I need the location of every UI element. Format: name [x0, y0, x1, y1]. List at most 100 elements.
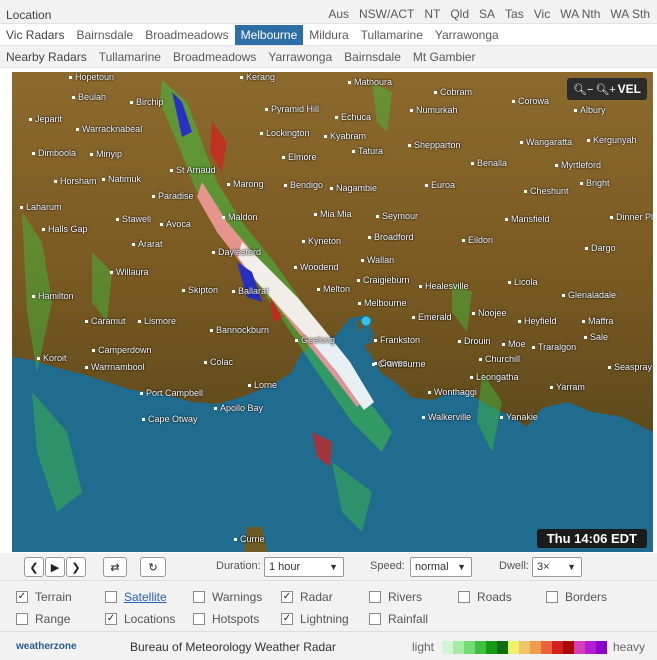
hotspots-checkbox[interactable]	[193, 613, 205, 625]
map-label: Maldon	[222, 212, 258, 222]
refresh-button[interactable]: ↻	[140, 557, 166, 577]
nearby-radars-label: Nearby Radars	[6, 49, 87, 64]
step-forward-button[interactable]: ❯	[66, 557, 86, 577]
layer-rainfall[interactable]: Rainfall	[369, 612, 428, 626]
roads-checkbox[interactable]	[458, 591, 470, 603]
radar-tullamarine[interactable]: Tullamarine	[355, 25, 429, 45]
state-tab-wa-sth[interactable]: WA Sth	[605, 6, 655, 22]
map-label: Laharum	[20, 202, 62, 212]
dwell-select[interactable]: 3× ▼	[532, 557, 582, 577]
nearby-radar-broadmeadows[interactable]: Broadmeadows	[167, 47, 262, 67]
map-label: Marong	[227, 179, 264, 189]
map-label: Minyip	[90, 149, 122, 159]
layer-warnings[interactable]: Warnings	[193, 590, 262, 604]
nearby-radar-tullamarine[interactable]: Tullamarine	[93, 47, 167, 67]
map-label: Bendigo	[284, 180, 323, 190]
duration-value: 1 hour	[269, 561, 301, 573]
legend-heavy-label: heavy	[613, 640, 646, 654]
map-label: Kerang	[240, 72, 275, 82]
state-tab-vic[interactable]: Vic	[529, 6, 555, 22]
legend-swatch	[530, 641, 541, 654]
map-label: Maffra	[582, 316, 613, 326]
layer-satellite[interactable]: Satellite	[105, 590, 167, 604]
velocity-toggle[interactable]: VEL	[618, 82, 641, 96]
map-label: Dimboola	[32, 148, 76, 158]
state-tab-qld[interactable]: Qld	[445, 6, 474, 22]
lightning-checkbox[interactable]: ✓	[281, 613, 293, 625]
layer-borders[interactable]: Borders	[546, 590, 607, 604]
radar-label: Radar	[300, 590, 333, 604]
state-tabs: Aus NSW/ACT NT Qld SA Tas Vic WA Nth WA …	[323, 6, 655, 22]
nearby-radar-mt-gambier[interactable]: Mt Gambier	[407, 47, 482, 67]
radar-yarrawonga[interactable]: Yarrawonga	[429, 25, 505, 45]
map-label: Caramut	[85, 316, 126, 326]
swap-button[interactable]: ⇄	[103, 557, 127, 577]
radar-mildura[interactable]: Mildura	[303, 25, 354, 45]
warnings-checkbox[interactable]	[193, 591, 205, 603]
rain-intensity-scale	[442, 641, 607, 654]
satellite-label[interactable]: Satellite	[124, 590, 167, 604]
map-label: Wonthaggi	[428, 387, 477, 397]
play-button[interactable]: ▶	[45, 557, 65, 577]
nearby-radar-bairnsdale[interactable]: Bairnsdale	[338, 47, 407, 67]
vic-radars-label: Vic Radars	[6, 27, 65, 42]
map-label: Warrnambool	[85, 362, 145, 372]
map-label: Woodend	[294, 262, 338, 272]
layer-terrain[interactable]: ✓ Terrain	[16, 590, 72, 604]
playback-controls: ❮ ▶ ❯ ⇄ ↻ Duration: 1 hour ▼ Speed: norm…	[0, 553, 657, 581]
radar-melbourne[interactable]: Melbourne	[234, 24, 304, 45]
map-label: Eildon	[462, 235, 493, 245]
locations-checkbox[interactable]: ✓	[105, 613, 117, 625]
dwell-value: 3×	[537, 561, 550, 573]
state-tab-nsw-act[interactable]: NSW/ACT	[354, 6, 419, 22]
weatherzone-logo[interactable]: weatherzone	[16, 641, 77, 652]
terrain-label: Terrain	[35, 590, 72, 604]
zoom-out-icon[interactable]: 🔍︎−	[573, 83, 593, 96]
borders-checkbox[interactable]	[546, 591, 558, 603]
state-tab-nt[interactable]: NT	[419, 6, 445, 22]
radar-bairnsdale[interactable]: Bairnsdale	[70, 25, 139, 45]
map-label: Dargo	[585, 243, 616, 253]
radar-broadmeadows[interactable]: Broadmeadows	[139, 25, 234, 45]
map-label: Shepparton	[408, 140, 461, 150]
map-label: Dinner Plain	[610, 212, 653, 222]
map-label: Licola	[508, 277, 538, 287]
range-checkbox[interactable]	[16, 613, 28, 625]
legend-swatch	[453, 641, 464, 654]
duration-select[interactable]: 1 hour ▼	[264, 557, 344, 577]
radar-map[interactable]: Hopetoun Kerang Mathoura Cobram Beulah B…	[12, 72, 653, 552]
zoom-in-icon[interactable]: 🔍︎+	[595, 83, 615, 96]
layer-hotspots[interactable]: Hotspots	[193, 612, 259, 626]
map-label: Cheshunt	[524, 186, 569, 196]
map-label: Hopetoun	[69, 72, 114, 82]
map-label: Glenaladale	[562, 290, 616, 300]
nearby-radar-yarrawonga[interactable]: Yarrawonga	[262, 47, 338, 67]
radar-timestamp: Thu 14:06 EDT	[536, 529, 647, 548]
rainfall-checkbox[interactable]	[369, 613, 381, 625]
state-tab-sa[interactable]: SA	[474, 6, 500, 22]
rivers-checkbox[interactable]	[369, 591, 381, 603]
step-back-button[interactable]: ❮	[24, 557, 44, 577]
map-label: Nagambie	[330, 183, 377, 193]
map-toolbar: 🔍︎− 🔍︎+ VEL	[567, 78, 647, 100]
layer-locations[interactable]: ✓ Locations	[105, 612, 175, 626]
layer-range[interactable]: Range	[16, 612, 70, 626]
speed-value: normal	[415, 561, 449, 573]
map-label: Lorne	[248, 380, 277, 390]
terrain-checkbox[interactable]: ✓	[16, 591, 28, 603]
layer-radar[interactable]: ✓ Radar	[281, 590, 333, 604]
layer-roads[interactable]: Roads	[458, 590, 512, 604]
map-label: Camperdown	[92, 345, 152, 355]
satellite-checkbox[interactable]	[105, 591, 117, 603]
map-label: Heyfield	[518, 316, 557, 326]
speed-select[interactable]: normal ▼	[410, 557, 472, 577]
layer-lightning[interactable]: ✓ Lightning	[281, 612, 349, 626]
layer-rivers[interactable]: Rivers	[369, 590, 422, 604]
state-tab-aus[interactable]: Aus	[323, 6, 354, 22]
radar-checkbox[interactable]: ✓	[281, 591, 293, 603]
state-tab-wa-nth[interactable]: WA Nth	[555, 6, 605, 22]
state-tab-tas[interactable]: Tas	[500, 6, 529, 22]
map-label: Willaura	[110, 267, 149, 277]
legend-swatch	[574, 641, 585, 654]
chevron-down-icon: ▼	[457, 562, 466, 572]
